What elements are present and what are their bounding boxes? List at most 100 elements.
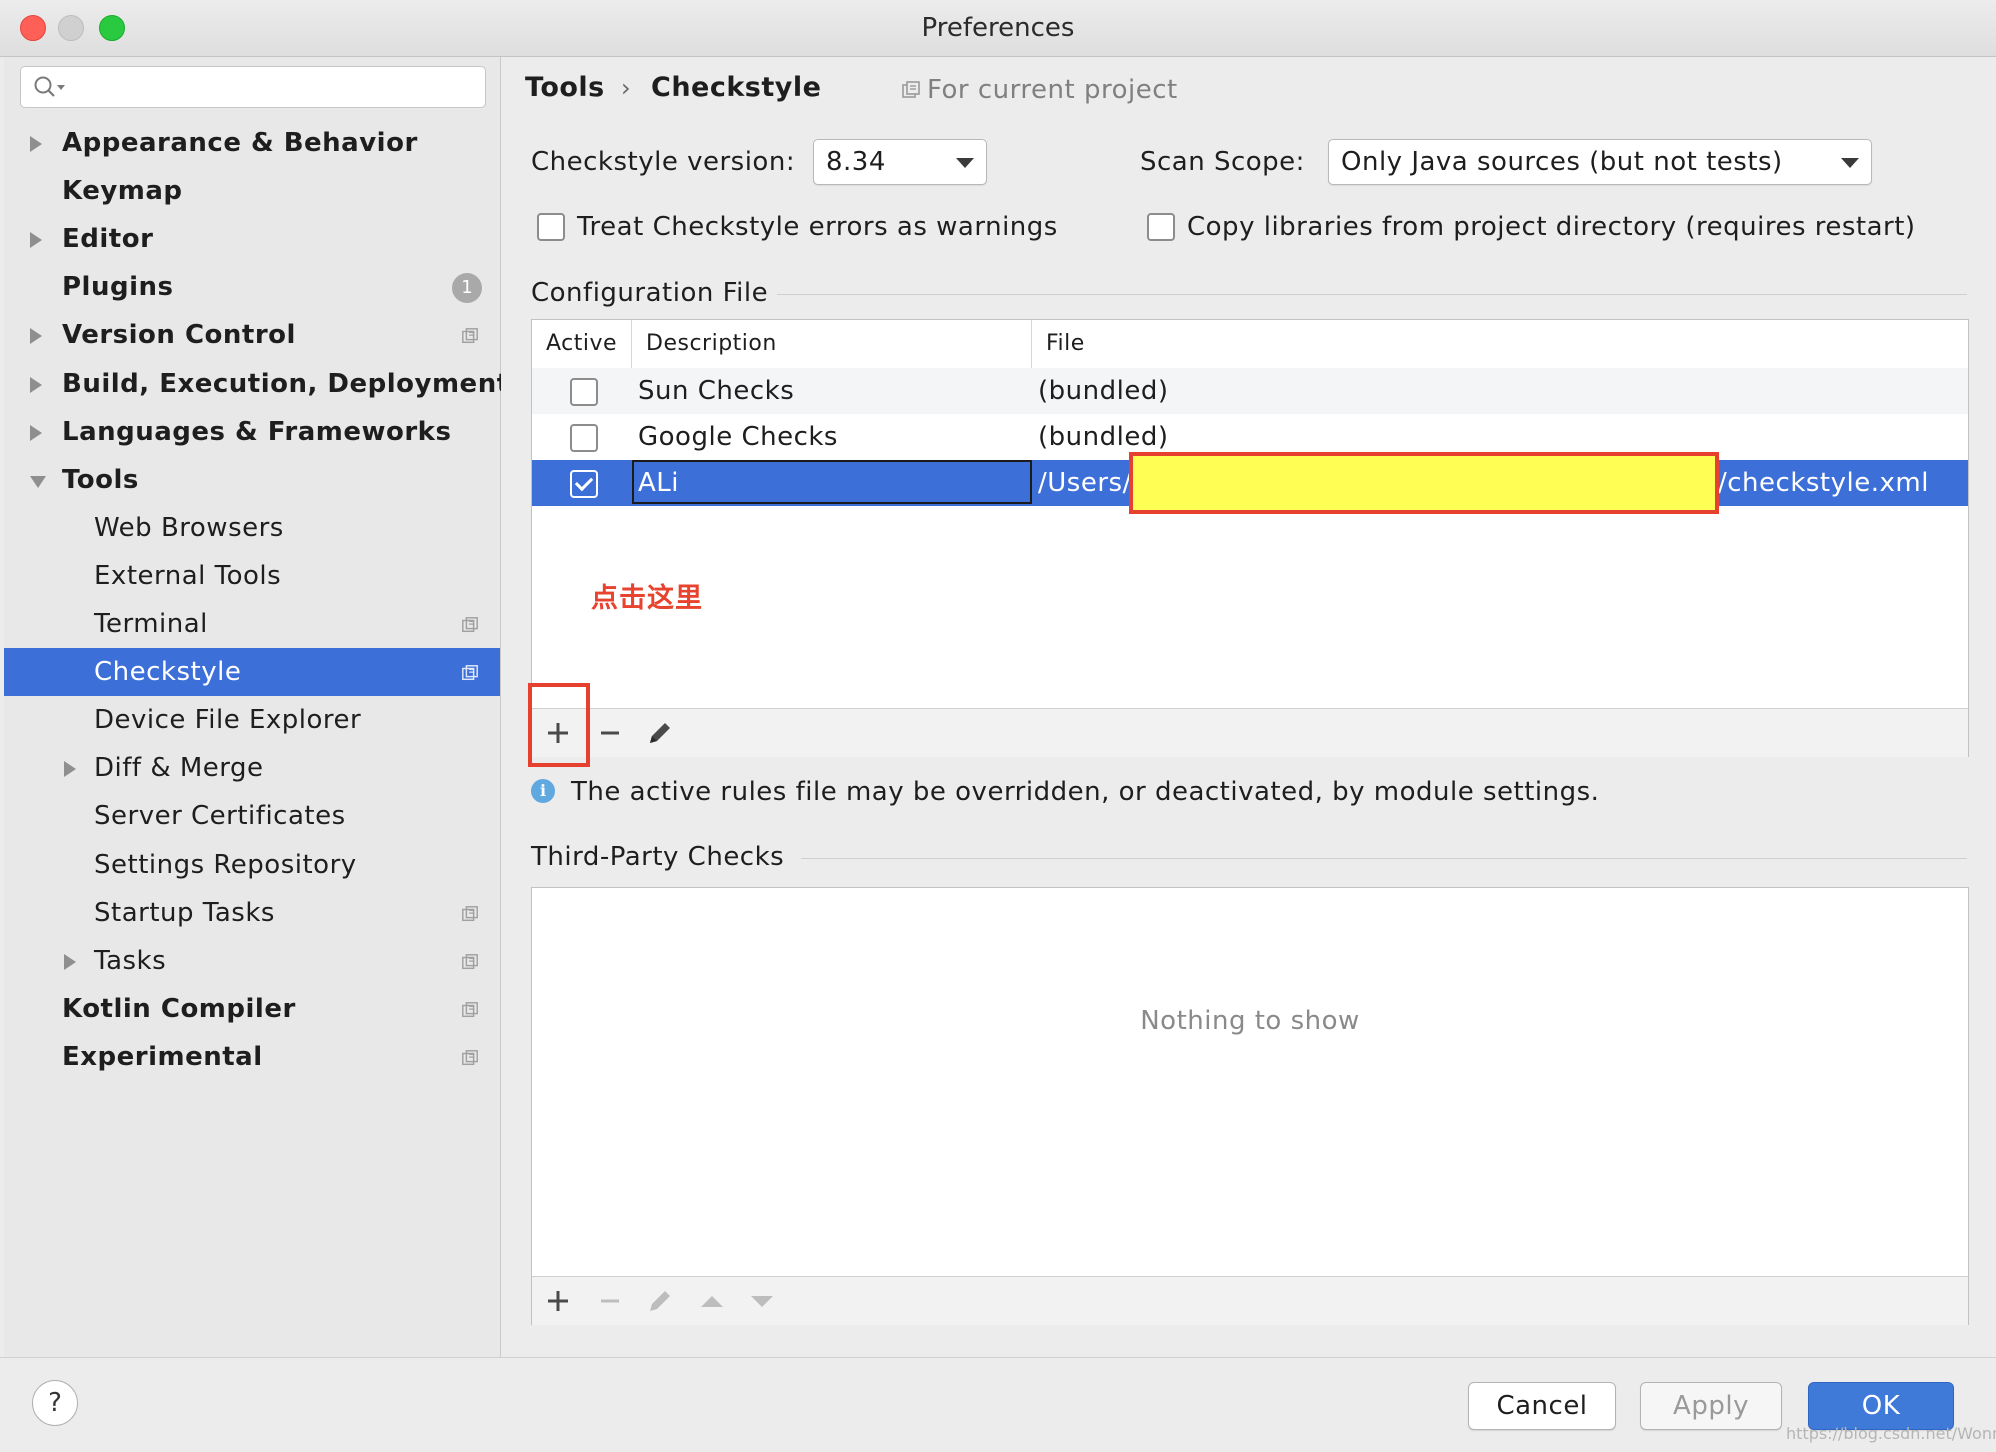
breadcrumb-parent[interactable]: Tools (525, 63, 605, 113)
active-checkbox[interactable] (570, 378, 598, 406)
column-header-file[interactable]: File (1032, 320, 1968, 368)
project-scope-icon (462, 954, 478, 970)
edit-pencil-icon[interactable] (642, 715, 678, 751)
row-description: Sun Checks (638, 376, 795, 406)
sidebar-item-label: Build, Execution, Deployment (62, 369, 510, 399)
chevron-right-icon[interactable] (30, 136, 42, 152)
sidebar-item-label: Keymap (62, 176, 183, 206)
sidebar-item-build-execution-deployment[interactable]: Build, Execution, Deployment (4, 360, 509, 408)
sidebar-item-editor[interactable]: Editor (4, 215, 500, 263)
configuration-file-table: Active Description File Sun Checks (bund… (528, 319, 1969, 767)
sidebar-item-appearance-and-behavior[interactable]: Appearance & Behavior (4, 119, 500, 167)
active-checkbox-checked[interactable] (570, 470, 598, 498)
sidebar-item-settings-repository[interactable]: Settings Repository (4, 841, 500, 889)
remove-icon[interactable] (592, 715, 628, 751)
ok-button[interactable]: OK (1808, 1382, 1954, 1430)
sidebar-item-device-file-explorer[interactable]: Device File Explorer (4, 696, 500, 744)
sidebar-item-label: Server Certificates (94, 801, 346, 831)
third-party-checks-title: Third-Party Checks (531, 842, 785, 872)
section-divider (801, 858, 1967, 859)
active-checkbox[interactable] (570, 424, 598, 452)
sidebar-item-languages-and-frameworks[interactable]: Languages & Frameworks (4, 408, 500, 456)
sidebar-item-label: Plugins (62, 272, 174, 302)
sidebar-item-label: External Tools (94, 561, 282, 591)
redacted-path-highlight (1129, 452, 1719, 514)
remove-icon[interactable] (592, 1283, 628, 1319)
title-bar: Preferences (0, 0, 1996, 57)
chevron-down-icon[interactable] (30, 476, 46, 488)
annotation-click-here: 点击这里 (591, 583, 703, 614)
watermark-text: https://blog.csdn.net/WonnyLu (1786, 1424, 1996, 1443)
chevron-right-icon[interactable] (30, 425, 42, 441)
sidebar-item-tools[interactable]: Tools (4, 456, 500, 504)
sidebar-item-label: Experimental (62, 1042, 263, 1072)
checkstyle-settings-panel: Tools › Checkstyle For current project C… (501, 57, 1996, 1357)
sidebar-item-label: Checkstyle (94, 657, 242, 687)
move-down-icon[interactable] (744, 1283, 780, 1319)
add-icon[interactable] (540, 1283, 576, 1319)
chevron-right-icon[interactable] (30, 232, 42, 248)
window-title: Preferences (921, 13, 1075, 43)
chevron-right-icon[interactable] (30, 377, 42, 393)
project-scope-icon (902, 81, 920, 98)
breadcrumb-current: Checkstyle (651, 72, 822, 103)
row-description: Google Checks (638, 422, 838, 452)
sidebar-item-label: Kotlin Compiler (62, 994, 296, 1024)
sidebar-item-kotlin-compiler[interactable]: Kotlin Compiler (4, 985, 500, 1033)
dialog-footer: ? Cancel Apply OK https://blog.csdn.net/… (0, 1357, 1996, 1452)
scope-note: For current project (901, 69, 1178, 111)
cancel-button[interactable]: Cancel (1468, 1382, 1616, 1430)
sidebar-item-keymap[interactable]: Keymap (4, 167, 500, 215)
sidebar-item-diff-and-merge[interactable]: Diff & Merge (4, 744, 500, 792)
apply-button[interactable]: Apply (1640, 1382, 1782, 1430)
checkstyle-version-value: 8.34 (826, 147, 886, 177)
treat-errors-checkbox[interactable] (537, 213, 565, 241)
treat-errors-label: Treat Checkstyle errors as warnings (577, 212, 1058, 242)
sidebar-item-version-control[interactable]: Version Control (4, 311, 500, 359)
row-file-prefix: /Users/ (1038, 468, 1132, 498)
sidebar-item-checkstyle[interactable]: Checkstyle (4, 648, 500, 696)
sidebar-item-startup-tasks[interactable]: Startup Tasks (4, 889, 500, 937)
row-file: (bundled) (1038, 376, 1169, 406)
chevron-right-icon[interactable] (64, 761, 76, 777)
scan-scope-label: Scan Scope: (1140, 147, 1305, 177)
edit-pencil-icon[interactable] (642, 1283, 678, 1319)
settings-sidebar: Appearance & Behavior Keymap Editor Plugins… (4, 57, 509, 1357)
row-file-suffix: /checkstyle.xml (1718, 468, 1929, 498)
empty-state-text: Nothing to show (1140, 1006, 1360, 1036)
sidebar-item-label: Terminal (94, 609, 208, 639)
column-header-active[interactable]: Active (532, 320, 632, 368)
sidebar-item-label: Startup Tasks (94, 898, 275, 928)
move-up-icon[interactable] (694, 1283, 730, 1319)
chevron-right-icon[interactable] (64, 954, 76, 970)
project-scope-icon (462, 328, 478, 344)
project-scope-icon (462, 906, 478, 922)
sidebar-item-label: Tasks (94, 946, 167, 976)
add-icon[interactable] (540, 715, 576, 751)
sidebar-item-plugins[interactable]: Plugins 1 (4, 263, 500, 311)
sidebar-item-external-tools[interactable]: External Tools (4, 552, 500, 600)
chevron-right-icon[interactable] (30, 328, 42, 344)
scope-note-text: For current project (927, 75, 1178, 105)
table-row[interactable]: Sun Checks (bundled) (532, 368, 1968, 414)
description-edit-cell[interactable] (632, 460, 1032, 504)
preferences-window: Preferences Appearance & Behavior Keymap E… (0, 0, 1996, 1452)
sidebar-item-tasks[interactable]: Tasks (4, 937, 500, 985)
sidebar-item-label: Version Control (62, 320, 296, 350)
sidebar-item-server-certificates[interactable]: Server Certificates (4, 792, 500, 840)
info-icon: i (531, 779, 555, 803)
scan-scope-select[interactable]: Only Java sources (but not tests) (1328, 139, 1872, 185)
help-button[interactable]: ? (32, 1380, 78, 1426)
project-scope-icon (462, 665, 478, 681)
sidebar-item-terminal[interactable]: Terminal (4, 600, 500, 648)
sidebar-item-experimental[interactable]: Experimental (4, 1033, 500, 1081)
configuration-file-title: Configuration File (531, 278, 769, 308)
table-row-selected[interactable]: ALi /Users/ /checkstyle.xml (532, 452, 1968, 514)
column-header-description[interactable]: Description (632, 320, 1032, 368)
checkstyle-version-select[interactable]: 8.34 (813, 139, 987, 185)
sidebar-item-label: Diff & Merge (94, 753, 264, 783)
sidebar-item-web-browsers[interactable]: Web Browsers (4, 504, 500, 552)
settings-search-input[interactable] (20, 66, 486, 108)
copy-libraries-checkbox[interactable] (1147, 213, 1175, 241)
chevron-down-icon (956, 158, 974, 168)
